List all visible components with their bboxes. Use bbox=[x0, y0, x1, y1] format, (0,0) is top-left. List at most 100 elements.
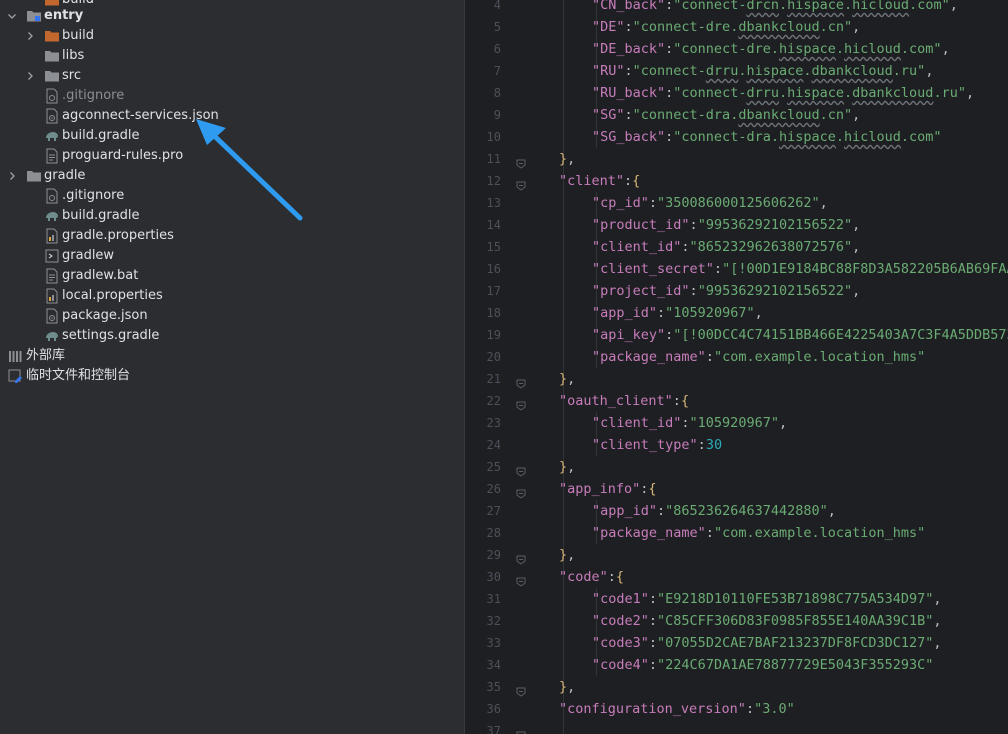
line-number: 6 bbox=[493, 42, 501, 56]
tree-item[interactable]: src bbox=[0, 66, 458, 86]
properties-file-icon bbox=[44, 288, 60, 304]
line-number: 17 bbox=[486, 284, 501, 298]
line-number: 5 bbox=[493, 20, 501, 34]
code-line[interactable]: "client_id":"105920967", bbox=[592, 412, 787, 434]
chevron-right-icon[interactable] bbox=[25, 71, 35, 81]
code-line[interactable]: }, bbox=[559, 676, 575, 698]
code-line[interactable]: "client_secret":"[!00D1E9184BC88F8D3A582… bbox=[592, 258, 1008, 280]
tree-item[interactable]: libs bbox=[0, 46, 458, 66]
panel-splitter[interactable] bbox=[458, 0, 465, 734]
code-line[interactable]: "client":{ bbox=[559, 170, 640, 192]
fold-marker-icon[interactable] bbox=[516, 484, 526, 499]
code-line[interactable]: "RU_back":"connect-drru.hispace.dbankclo… bbox=[592, 82, 974, 104]
fold-marker-icon[interactable] bbox=[516, 550, 526, 565]
line-number: 30 bbox=[486, 570, 501, 584]
code-line[interactable]: "code":{ bbox=[559, 566, 624, 588]
line-number: 20 bbox=[486, 350, 501, 364]
code-editor[interactable]: 4 "CN_back":"connect-drcn.hispace.hicloud… bbox=[465, 0, 1008, 734]
tree-item-label: entry bbox=[44, 8, 84, 23]
tree-item[interactable]: .gitignore bbox=[0, 86, 458, 106]
json-file-icon bbox=[44, 308, 60, 324]
tree-item[interactable]: .gitignore bbox=[0, 186, 458, 206]
fold-marker-icon[interactable] bbox=[516, 374, 526, 389]
json-file-icon bbox=[44, 108, 60, 124]
code-line[interactable]: "code1":"E9218D10110FE53B71898C775A534D9… bbox=[592, 588, 942, 610]
code-line[interactable]: "SG":"connect-dra.dbankcloud.cn", bbox=[592, 104, 860, 126]
code-line[interactable]: "DE":"connect-dre.dbankcloud.cn", bbox=[592, 16, 860, 38]
fold-marker-icon[interactable] bbox=[516, 682, 526, 697]
chevron-down-icon[interactable] bbox=[7, 11, 17, 21]
chevron-right-icon[interactable] bbox=[25, 31, 35, 41]
tree-item[interactable]: package.json bbox=[0, 306, 458, 326]
tree-item[interactable]: 临时文件和控制台 bbox=[0, 366, 458, 386]
code-line[interactable]: "code2":"C85CFF306D83F0985F855E140AA39C1… bbox=[592, 610, 942, 632]
code-line[interactable]: "app_info":{ bbox=[559, 478, 657, 500]
tree-item-label: 外部库 bbox=[26, 348, 66, 363]
code-line[interactable]: "SG_back":"connect-dra.hispace.hicloud.c… bbox=[592, 126, 942, 148]
fold-marker-icon[interactable] bbox=[516, 396, 526, 411]
code-line[interactable]: "api_key":"[!00DCC4C74151BB466E4225403A7… bbox=[592, 324, 1008, 346]
line-number: 7 bbox=[493, 64, 501, 78]
code-line[interactable]: "package_name":"com.example.location_hms… bbox=[592, 346, 925, 368]
code-line[interactable]: "project_id":"99536292102156522", bbox=[592, 280, 860, 302]
code-line[interactable]: }, bbox=[559, 544, 575, 566]
tree-item[interactable]: agconnect-services.json bbox=[0, 106, 458, 126]
fold-marker-icon[interactable] bbox=[516, 462, 526, 477]
fold-marker-icon[interactable] bbox=[516, 176, 526, 191]
code-line[interactable]: "RU":"connect-drru.hispace.dbankcloud.ru… bbox=[592, 60, 933, 82]
tree-item-label: .gitignore bbox=[62, 188, 125, 203]
line-number: 28 bbox=[486, 526, 501, 540]
code-line[interactable]: "cp_id":"350086000125606262", bbox=[592, 192, 828, 214]
code-line[interactable]: }, bbox=[559, 456, 575, 478]
code-line[interactable]: }, bbox=[559, 148, 575, 170]
tree-item-label: build bbox=[62, 28, 94, 43]
folder-icon bbox=[44, 48, 60, 64]
code-line[interactable]: "client_id":"865232962638072576", bbox=[592, 236, 860, 258]
code-line[interactable]: "code4":"224C67DA1AE78877729E5043F355293… bbox=[592, 654, 933, 676]
tree-item[interactable]: entry bbox=[0, 6, 458, 26]
tree-item-label: gradle bbox=[44, 168, 86, 183]
folder-icon bbox=[44, 68, 60, 84]
tree-item[interactable]: build bbox=[0, 26, 458, 46]
line-number: 8 bbox=[493, 86, 501, 100]
line-number: 21 bbox=[486, 372, 501, 386]
fold-marker-icon[interactable] bbox=[516, 726, 526, 734]
code-line[interactable]: "product_id":"99536292102156522", bbox=[592, 214, 860, 236]
tree-item-label: libs bbox=[62, 48, 85, 63]
tree-item[interactable]: gradlew bbox=[0, 246, 458, 266]
line-number: 32 bbox=[486, 614, 501, 628]
code-line[interactable]: "code3":"07055D2CAE7BAF213237DF8FCD3DC12… bbox=[592, 632, 942, 654]
tree-item-label: build.gradle bbox=[62, 128, 140, 143]
project-tree-panel: buildentrybuildlibssrc.gitignoreagconnec… bbox=[0, 0, 458, 734]
tree-item[interactable]: build.gradle bbox=[0, 206, 458, 226]
chevron-right-icon[interactable] bbox=[7, 171, 17, 181]
tree-item[interactable]: gradlew.bat bbox=[0, 266, 458, 286]
tree-item[interactable]: local.properties bbox=[0, 286, 458, 306]
fold-marker-icon[interactable] bbox=[516, 154, 526, 169]
line-number: 10 bbox=[486, 130, 501, 144]
fold-marker-icon[interactable] bbox=[516, 572, 526, 587]
gitignore-file-icon bbox=[44, 88, 60, 104]
code-line[interactable]: "DE_back":"connect-dre.hispace.hicloud.c… bbox=[592, 38, 950, 60]
code-line[interactable]: "app_id":"105920967", bbox=[592, 302, 763, 324]
gradle-elephant-icon bbox=[44, 128, 60, 144]
code-line[interactable]: "CN_back":"connect-drcn.hispace.hicloud.… bbox=[592, 0, 958, 16]
tree-item[interactable]: build.gradle bbox=[0, 126, 458, 146]
folder-icon bbox=[26, 168, 42, 184]
line-number: 26 bbox=[486, 482, 501, 496]
text-file-icon bbox=[44, 148, 60, 164]
tree-item[interactable]: settings.gradle bbox=[0, 326, 458, 346]
tree-item[interactable]: gradle bbox=[0, 166, 458, 186]
tree-item[interactable]: proguard-rules.pro bbox=[0, 146, 458, 166]
line-number: 13 bbox=[486, 196, 501, 210]
code-line[interactable]: "app_id":"865236264637442880", bbox=[592, 500, 836, 522]
tree-item[interactable]: 外部库 bbox=[0, 346, 458, 366]
code-line[interactable]: "package_name":"com.example.location_hms… bbox=[592, 522, 925, 544]
line-number: 36 bbox=[486, 702, 501, 716]
code-line[interactable]: "client_type":30 bbox=[592, 434, 722, 456]
code-line[interactable]: "configuration_version":"3.0" bbox=[559, 698, 795, 720]
line-number: 29 bbox=[486, 548, 501, 562]
code-line[interactable]: }, bbox=[559, 368, 575, 390]
code-line[interactable]: "oauth_client":{ bbox=[559, 390, 689, 412]
tree-item[interactable]: gradle.properties bbox=[0, 226, 458, 246]
